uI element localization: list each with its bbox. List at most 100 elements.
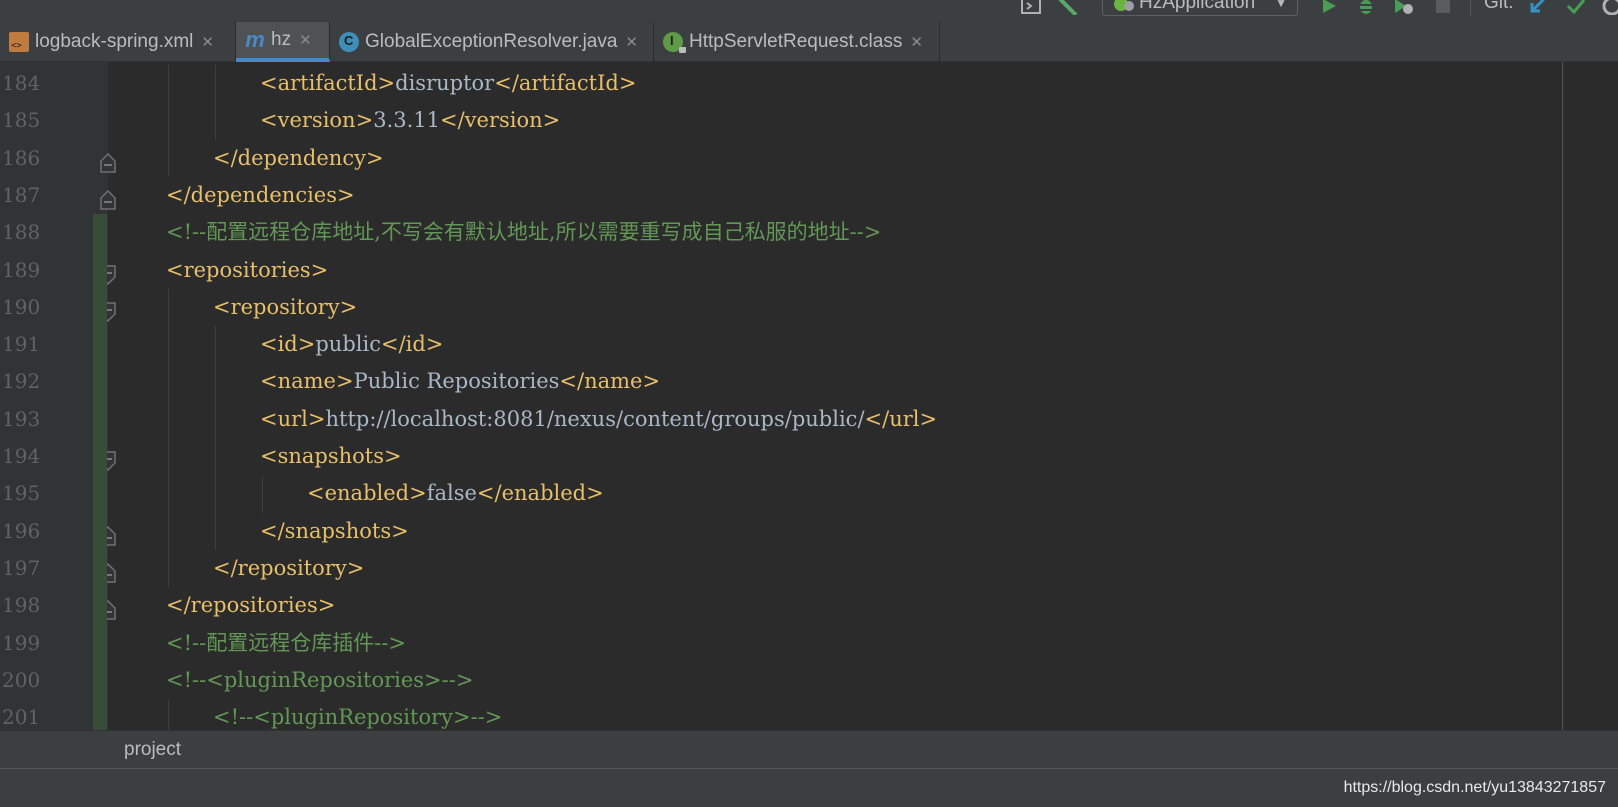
code-line[interactable]: 199 <!--配置远程仓库插件--> <box>0 625 1560 662</box>
line-number: 187 <box>2 182 41 207</box>
run-with-coverage-icon[interactable] <box>1392 0 1414 18</box>
line-number: 191 <box>2 332 41 357</box>
xml-tag: <repositories> <box>166 257 329 282</box>
build-hammer-icon[interactable] <box>1056 0 1080 18</box>
code-text: <name>Public Repositories</name> <box>260 363 660 400</box>
line-number: 186 <box>2 145 41 170</box>
debug-icon[interactable] <box>1356 0 1376 18</box>
line-number: 188 <box>2 220 41 245</box>
xml-tag: </dependency> <box>213 145 384 170</box>
xml-comment: <!--<pluginRepositories>--> <box>166 667 474 692</box>
indent-guide <box>168 288 169 588</box>
interface-icon <box>663 32 686 53</box>
class-icon <box>339 32 359 52</box>
run-debug-console-icon[interactable] <box>1020 0 1042 18</box>
vcs-change-marker[interactable] <box>93 214 107 730</box>
code-line[interactable]: 193 <url>http://localhost:8081/nexus/cont… <box>0 401 1560 438</box>
line-number: 185 <box>2 108 41 133</box>
git-commit-icon[interactable] <box>1566 0 1586 18</box>
line-number: 192 <box>2 369 41 394</box>
toolbar-divider <box>1470 0 1472 18</box>
code-text: <version>3.3.11</version> <box>260 102 560 139</box>
code-line[interactable]: 200 <!--<pluginRepositories>--> <box>0 662 1560 699</box>
tab-hz[interactable]: m hz ✕ <box>236 22 330 62</box>
tab-label: logback-spring.xml <box>35 31 194 52</box>
code-line[interactable]: 185 <version>3.3.11</version> <box>0 102 1560 139</box>
xml-text: public <box>315 332 381 357</box>
line-number: 201 <box>2 705 41 730</box>
code-text: </dependency> <box>213 140 384 177</box>
close-icon[interactable]: ✕ <box>299 31 312 49</box>
maven-icon: m <box>245 27 265 52</box>
indent-guide <box>168 699 169 730</box>
line-number: 184 <box>2 71 41 95</box>
xml-tag: <enabled> <box>307 481 427 506</box>
xml-tag: </snapshots> <box>260 518 409 543</box>
breadcrumb: project <box>0 730 1618 768</box>
code-line[interactable]: 197 </repository> <box>0 550 1560 587</box>
code-text: <!--配置远程仓库插件--> <box>166 625 406 662</box>
line-number: 199 <box>2 630 41 655</box>
code-text: <artifactId>disruptor</artifactId> <box>260 65 636 102</box>
xml-text: disruptor <box>395 71 495 95</box>
xml-tag: </url> <box>864 406 938 431</box>
line-number: 189 <box>2 257 41 282</box>
code-line[interactable]: 192 <name>Public Repositories</name> <box>0 363 1560 400</box>
code-text: <snapshots> <box>260 438 402 475</box>
tab-logback-spring-xml[interactable]: logback-spring.xml ✕ <box>0 22 236 62</box>
code-line[interactable]: 187 </dependencies> <box>0 177 1560 214</box>
xml-tag: </version> <box>439 108 561 133</box>
code-text: <!--<pluginRepository>--> <box>213 699 502 730</box>
xml-tag: </name> <box>559 369 661 394</box>
git-history-icon[interactable] <box>1600 0 1618 18</box>
code-editor[interactable]: 184 <artifactId>disruptor</artifactId> 185… <box>0 62 1618 730</box>
code-text: </repository> <box>213 550 364 587</box>
chevron-down-icon: ▼ <box>1275 0 1287 10</box>
code-line[interactable]: 198 </repositories> <box>0 587 1560 624</box>
line-number: 194 <box>2 444 41 468</box>
code-line[interactable]: 189 <repositories> <box>0 252 1560 289</box>
xml-comment: <!--配置远程仓库地址,不写会有默认地址,所以需要重写成自己私服的地址--> <box>166 220 882 245</box>
tab-http-servlet-request[interactable]: HttpServletRequest.class ✕ <box>654 22 940 62</box>
code-line[interactable]: 184 <artifactId>disruptor</artifactId> <box>0 65 1560 102</box>
code-line[interactable]: 201 <!--<pluginRepository>--> <box>0 699 1560 730</box>
close-icon[interactable]: ✕ <box>910 33 923 51</box>
lock-icon <box>679 47 686 53</box>
stop-icon[interactable] <box>1434 0 1452 18</box>
run-icon[interactable] <box>1320 0 1338 18</box>
watermark-text: https://blog.csdn.net/yu13843271857 <box>1343 779 1606 796</box>
code-text: <!--<pluginRepositories>--> <box>166 662 473 699</box>
xml-tag: </enabled> <box>476 481 604 506</box>
xml-tag: <version> <box>260 108 374 133</box>
line-number: 190 <box>2 294 41 319</box>
xml-tag: <artifactId> <box>260 71 396 95</box>
xml-tag: <url> <box>260 406 326 431</box>
close-icon[interactable]: ✕ <box>201 33 214 51</box>
code-text: <repositories> <box>166 252 328 289</box>
code-line[interactable]: 188 <!--配置远程仓库地址,不写会有默认地址,所以需要重写成自己私服的地址-… <box>0 214 1560 251</box>
xml-comment: <!--<pluginRepository>--> <box>213 705 503 730</box>
line-number: 196 <box>2 518 41 543</box>
code-text: <enabled>false</enabled> <box>307 475 604 512</box>
code-line[interactable]: 194 <snapshots> <box>0 438 1560 475</box>
code-line[interactable]: 196 </snapshots> <box>0 513 1560 550</box>
breadcrumb-item-project[interactable]: project <box>124 739 181 761</box>
run-configuration-select[interactable]: HzApplication ▼ <box>1102 0 1298 16</box>
code-line[interactable]: 191 <id>public</id> <box>0 326 1560 363</box>
xml-text: http://localhost:8081/nexus/content/grou… <box>325 406 865 431</box>
fold-toggle-icon[interactable] <box>100 148 116 173</box>
code-line[interactable]: 186 </dependency> <box>0 140 1560 177</box>
tab-global-exception-resolver[interactable]: GlobalExceptionResolver.java ✕ <box>330 22 654 62</box>
line-number: 195 <box>2 481 41 506</box>
xml-file-icon <box>9 32 29 52</box>
right-margin-guide <box>1562 62 1563 730</box>
fold-toggle-icon[interactable] <box>100 185 116 210</box>
tab-label: HttpServletRequest.class <box>689 31 903 52</box>
xml-tag: </dependencies> <box>166 182 355 207</box>
indent-guide <box>262 475 263 513</box>
git-update-icon[interactable] <box>1528 0 1548 18</box>
code-line[interactable]: 190 <repository> <box>0 289 1560 326</box>
code-line[interactable]: 195 <enabled>false</enabled> <box>0 475 1560 512</box>
editor-tabs: logback-spring.xml ✕ m hz ✕ GlobalExcept… <box>0 22 1618 62</box>
close-icon[interactable]: ✕ <box>625 33 638 51</box>
